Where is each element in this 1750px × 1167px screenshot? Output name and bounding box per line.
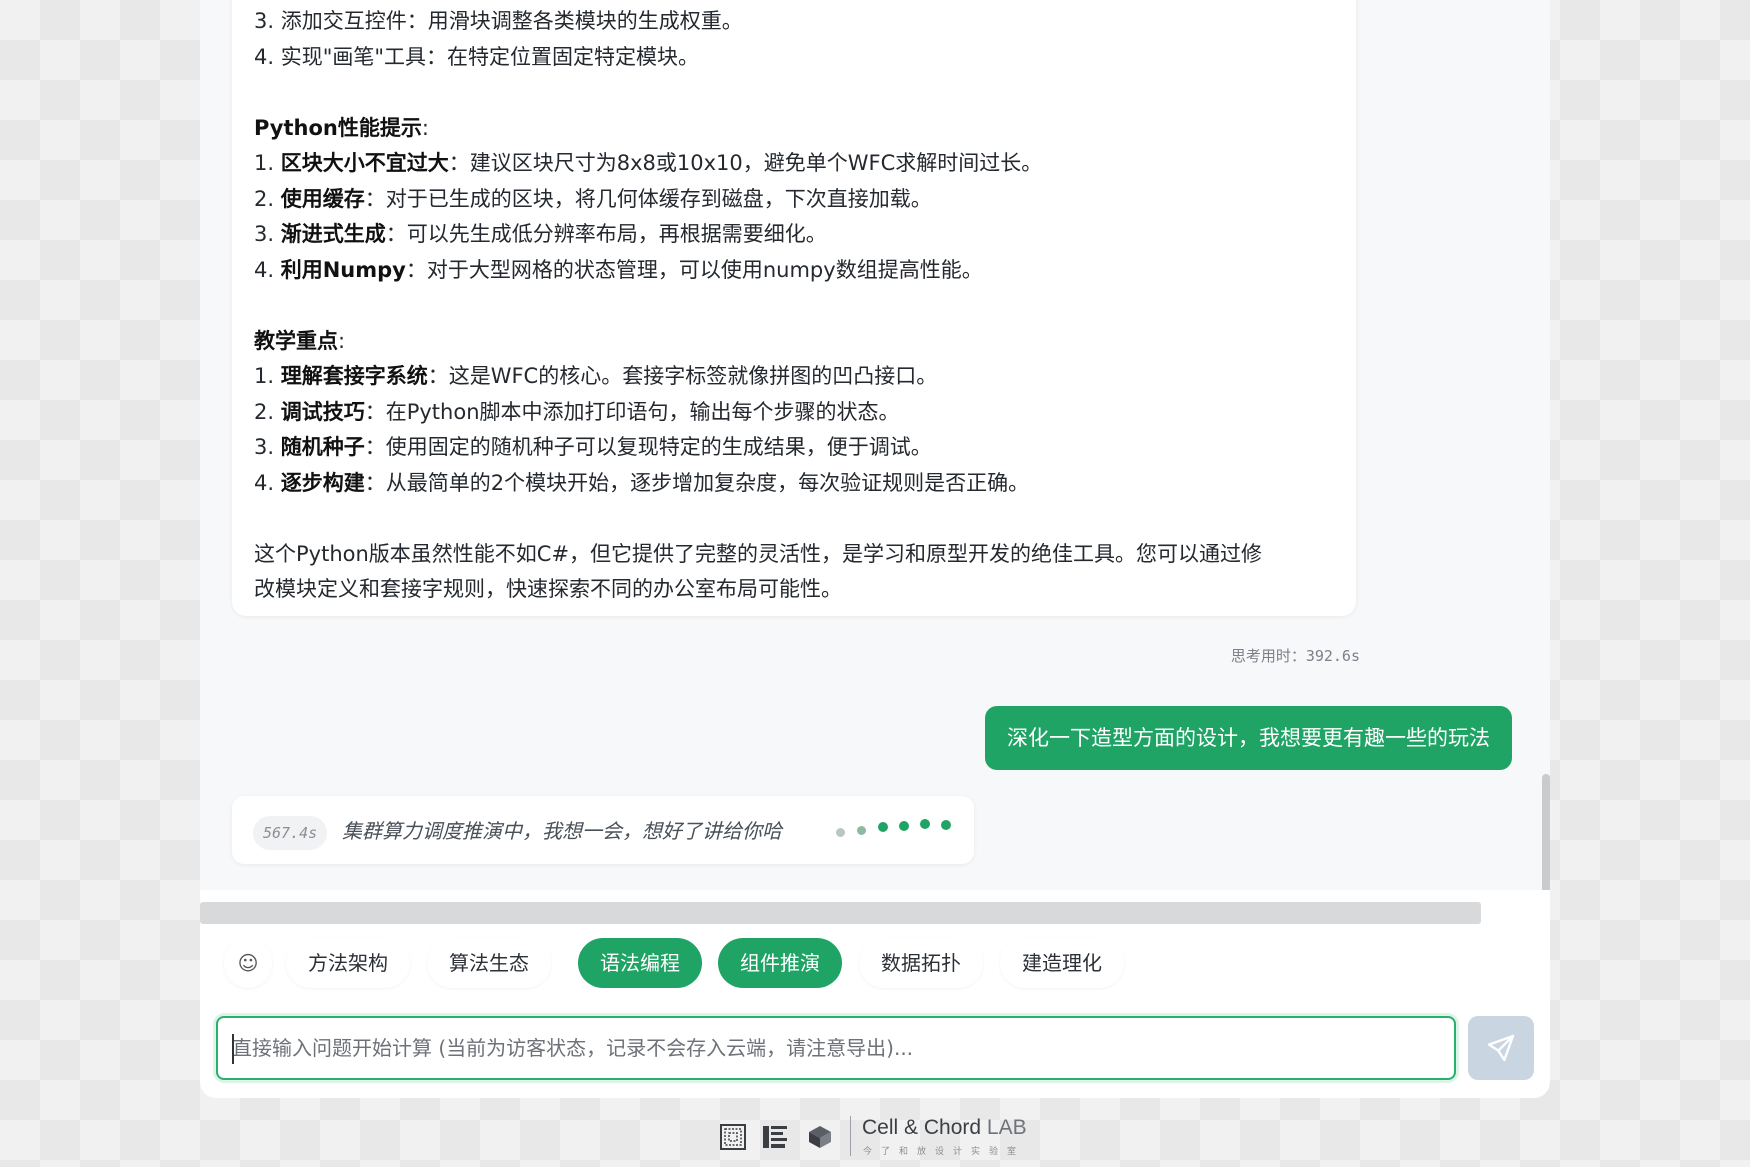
chip-algorithm-ecology[interactable]: 算法生态 (427, 938, 551, 988)
brand-subtitle: 今了和放设计实验室 (863, 1147, 1026, 1157)
closing-paragraph: 改模块定义和套接字规则，快速探索不同的办公室布局可能性。 (254, 577, 842, 601)
text-caret (232, 1034, 234, 1064)
chat-history[interactable]: 3. 添加交互控件：用滑块调整各类模块的生成权重。 4. 实现"画笔"工具：在特… (200, 0, 1550, 890)
chip-component-deduction[interactable]: 组件推演 (718, 938, 842, 988)
ai-message: 3. 添加交互控件：用滑块调整各类模块的生成权重。 4. 实现"画笔"工具：在特… (232, 0, 1356, 616)
bars-logo-icon (763, 1126, 787, 1148)
typing-dot (857, 826, 866, 835)
loading-text: 集群算力调度推演中，我想一会，想好了讲给你哈 (342, 819, 782, 843)
think-time-label: 思考用时：392.6s (1230, 647, 1360, 665)
message-input[interactable] (218, 1018, 1454, 1078)
chat-panel: 3. 添加交互控件：用滑块调整各类模块的生成权重。 4. 实现"画笔"工具：在特… (200, 0, 1550, 1098)
section-heading-teaching: 教学重点: (254, 328, 346, 353)
ai-line: 4. 实现"画笔"工具：在特定位置固定特定模块。 (254, 44, 700, 69)
elapsed-timer: 567.4s (253, 816, 328, 850)
typing-dot (920, 819, 930, 829)
footer-branding: Cell & Chord LAB 今了和放设计实验室 (720, 1112, 1040, 1160)
blocks-logo-icon (809, 1126, 831, 1148)
emoji-button[interactable]: ☺ (224, 938, 272, 988)
vertical-scrollbar[interactable] (1542, 774, 1550, 890)
typing-dot (941, 820, 951, 830)
typing-dot (836, 828, 845, 837)
teach-item: 1. 理解套接字系统：这是WFC的核心。套接字标签就像拼图的凹凸接口。 (254, 364, 938, 388)
typing-dot (899, 821, 909, 831)
section-heading-performance: Python性能提示: (254, 115, 429, 140)
chip-construction-physics[interactable]: 建造理化 (1000, 938, 1124, 988)
user-message: 深化一下造型方面的设计，我想要更有趣一些的玩法 (985, 706, 1512, 770)
grid-logo-icon (720, 1124, 746, 1150)
ai-line: 3. 添加交互控件：用滑块调整各类模块的生成权重。 (254, 9, 743, 33)
footer-divider (850, 1116, 851, 1156)
perf-item: 2. 使用缓存：对于已生成的区块，将几何体缓存到磁盘，下次直接加载。 (254, 186, 932, 211)
teach-item: 4. 逐步构建：从最简单的2个模块开始，逐步增加复杂度，每次验证规则是否正确。 (254, 470, 1030, 495)
loading-message: 567.4s 集群算力调度推演中，我想一会，想好了讲给你哈 (232, 796, 974, 864)
chip-grammar-programming[interactable]: 语法编程 (578, 938, 702, 988)
teach-item: 2. 调试技巧：在Python脚本中添加打印语句，输出每个步骤的状态。 (254, 399, 900, 424)
send-button[interactable] (1468, 1016, 1534, 1080)
chip-data-topology[interactable]: 数据拓扑 (859, 938, 983, 988)
closing-paragraph: 这个Python版本虽然性能不如C#，但它提供了完整的灵活性，是学习和原型开发的… (254, 541, 1263, 566)
teach-item: 3. 随机种子：使用固定的随机种子可以复现特定的生成结果，便于调试。 (254, 435, 932, 459)
message-input-box[interactable] (216, 1016, 1456, 1080)
brand-name: Cell & Chord LAB (862, 1116, 1027, 1139)
perf-item: 3. 渐进式生成：可以先生成低分辨率布局，再根据需要细化。 (254, 222, 827, 246)
perf-item: 4. 利用Numpy：对于大型网格的状态管理，可以使用numpy数组提高性能。 (254, 257, 983, 282)
horizontal-scrollbar[interactable] (200, 902, 1481, 924)
chip-method-architecture[interactable]: 方法架构 (286, 938, 410, 988)
perf-item: 1. 区块大小不宜过大：建议区块尺寸为8x8或10x10，避免单个WFC求解时间… (254, 151, 1043, 175)
send-icon (1487, 1034, 1515, 1062)
typing-dot (878, 822, 888, 832)
